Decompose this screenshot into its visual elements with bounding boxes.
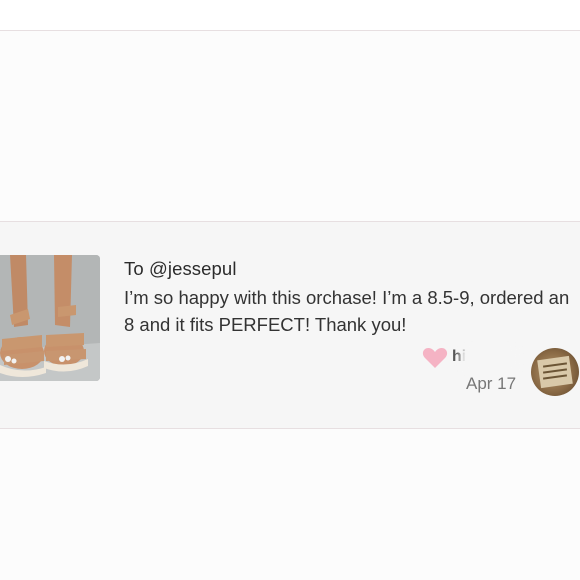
empty-region-lower xyxy=(0,429,580,580)
heart-icon[interactable] xyxy=(422,346,448,370)
review-date: Apr 17 xyxy=(466,374,517,393)
redaction-smudge xyxy=(460,346,520,372)
product-thumbnail[interactable] xyxy=(0,255,100,381)
sandals-image xyxy=(0,255,100,381)
review-card: To @jessepul I’m so happy with this orch… xyxy=(0,222,580,428)
reviewer-avatar[interactable] xyxy=(531,348,579,396)
top-band xyxy=(0,0,580,30)
review-text: I’m so happy with this orchase! I’m a 8.… xyxy=(124,287,570,335)
recipient-line[interactable]: To @jessepul xyxy=(124,258,237,280)
empty-region-upper xyxy=(0,31,580,221)
